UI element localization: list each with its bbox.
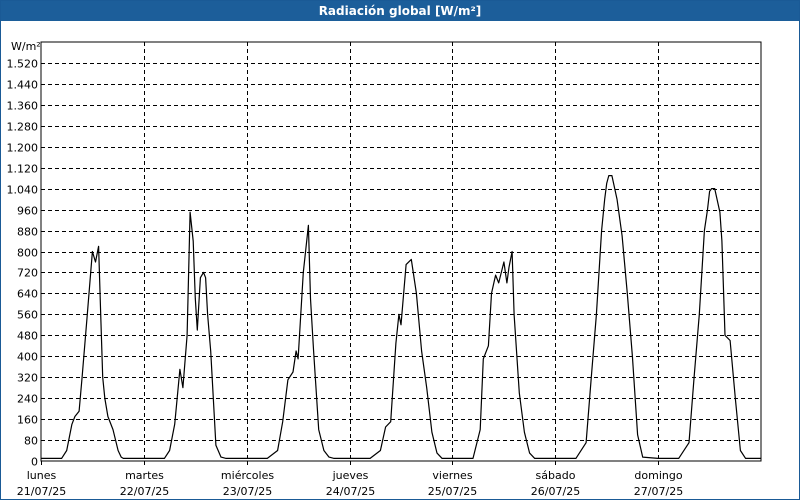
y-tick-label: 1.040 [7,184,39,197]
x-day-label: martes [125,469,164,482]
y-tick-label: 720 [17,267,38,280]
y-tick-label: 0 [31,456,38,469]
x-day-label: jueves [332,469,369,482]
y-tick-label: 560 [17,309,38,322]
y-tick-label: 880 [17,226,38,239]
x-day-label: viernes [432,469,472,482]
y-tick-label: 480 [17,330,38,343]
x-date-label: 23/07/25 [223,485,272,498]
y-tick-label: 960 [17,205,38,218]
y-tick-label: 800 [17,247,38,260]
y-tick-label: 160 [17,414,38,427]
y-tick-label: 1.360 [7,100,39,113]
y-tick-label: 240 [17,393,38,406]
x-date-label: 22/07/25 [120,485,169,498]
x-date-label: 25/07/25 [428,485,477,498]
y-tick-label: 1.120 [7,163,39,176]
y-tick-label: 1.280 [7,121,39,134]
x-day-label: domingo [634,469,682,482]
x-day-label: sábado [536,469,576,482]
radiation-chart: W/m² 0 80 160 240 320 400 480 560 640 720 800 880 96… [7,40,762,498]
y-tick-label: 1.200 [7,142,39,155]
x-date-label: 27/07/25 [634,485,683,498]
y-tick-label: 320 [17,372,38,385]
x-date-label: 26/07/25 [531,485,580,498]
x-date-label: 21/07/25 [17,485,66,498]
y-tick-label: 640 [17,288,38,301]
y-tick-label: 1.520 [7,58,39,71]
x-day-label: lunes [27,469,57,482]
chart-window: Radiación global [W/m²] W/m² 0 80 160 240 32… [0,0,800,500]
y-axis-unit-label: W/m² [11,40,41,53]
y-tick-label: 80 [24,435,38,448]
y-tick-label: 400 [17,351,38,364]
x-date-label: 24/07/25 [326,485,375,498]
x-day-label: miércoles [221,469,274,482]
y-tick-label: 1.440 [7,79,39,92]
